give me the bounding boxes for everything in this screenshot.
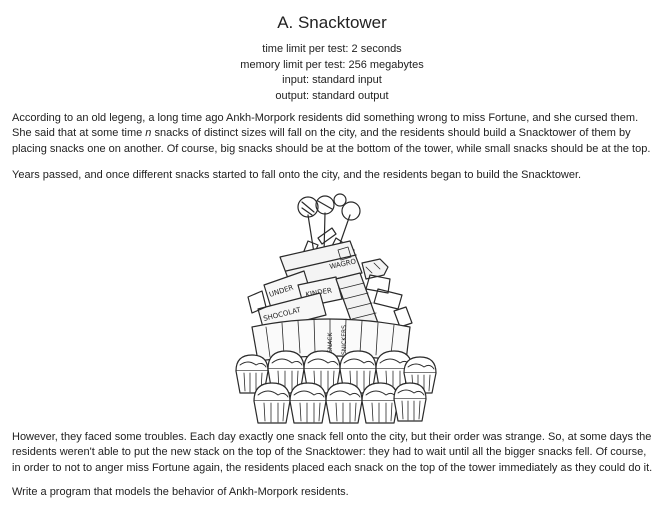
problem-title: A. Snacktower [277,13,387,32]
statement-paragraph-1: According to an old legeng, a long time … [12,111,657,157]
problem-header: A. Snacktower time limit per test: 2 sec… [0,0,664,104]
cupcakes [235,350,437,424]
time-limit: time limit per test: 2 seconds [262,43,402,55]
snacktower-illustration: WAGRO UNDER KINDER SHOCOLAT SNACK SNICKE… [228,193,443,427]
input-spec: input: standard input [282,74,382,86]
statement-paragraph-4: Write a program that models the behavior… [12,486,349,498]
statement-paragraph-2: Years passed, and once different snacks … [12,169,582,181]
output-spec: output: standard output [275,89,389,102]
label-snickers: SNICKERS [341,325,348,355]
memory-limit: memory limit per test: 256 megabytes [240,58,424,71]
statement-paragraph-3: However, they faced some troubles. Each … [12,431,653,474]
label-snack: SNACK [327,332,334,353]
